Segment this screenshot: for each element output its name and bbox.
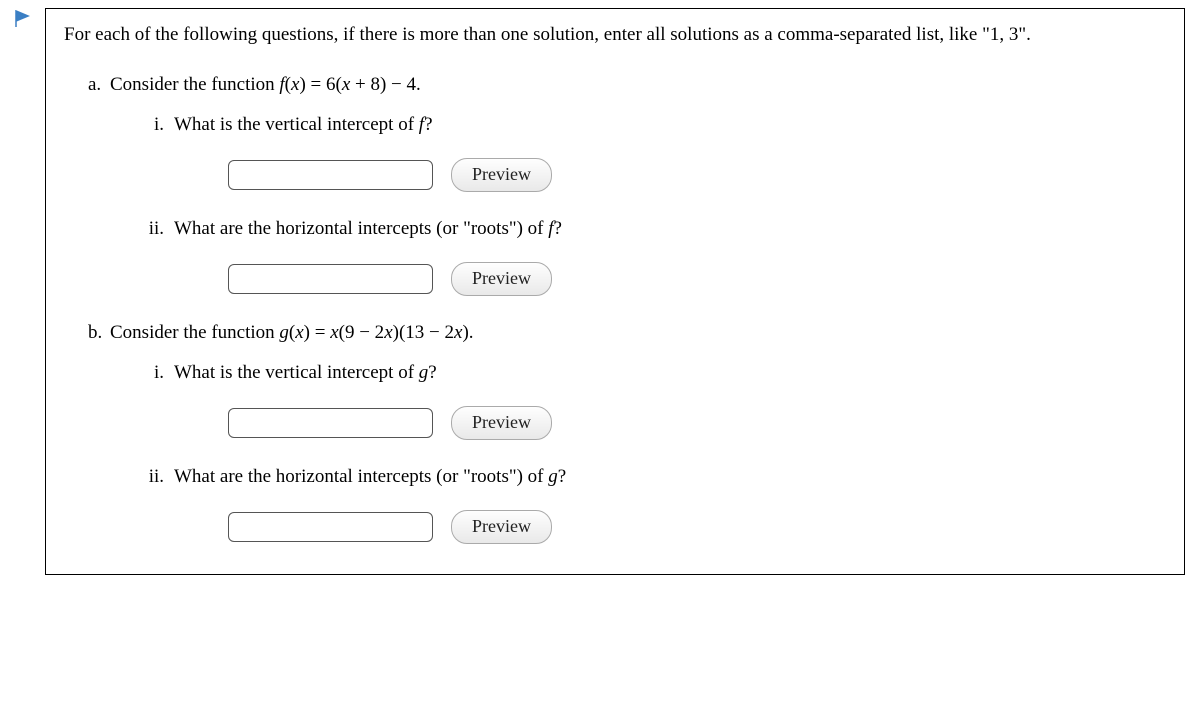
part-b-sub-ii: ii. What are the horizontal intercepts (… xyxy=(138,466,1166,544)
sub-label-bii: ii. xyxy=(138,466,164,488)
sub-text-aii: What are the horizontal intercepts (or "… xyxy=(174,218,562,240)
part-b-label: b. xyxy=(88,322,110,344)
answer-input-a-ii[interactable] xyxy=(228,264,433,294)
part-b: b. Consider the function g(x) = x(9 − 2x… xyxy=(88,322,1166,544)
part-a-label: a. xyxy=(88,74,110,96)
flag-icon[interactable] xyxy=(15,10,31,28)
sub-label-ai: i. xyxy=(138,114,164,136)
question-box: For each of the following questions, if … xyxy=(45,8,1185,575)
preview-button-b-i[interactable]: Preview xyxy=(451,406,552,440)
sub-text-ai: What is the vertical intercept of f? xyxy=(174,114,433,136)
part-a: a. Consider the function f(x) = 6(x + 8)… xyxy=(88,74,1166,296)
part-a-prompt: Consider the function f(x) = 6(x + 8) − … xyxy=(110,74,421,96)
preview-button-b-ii[interactable]: Preview xyxy=(451,510,552,544)
preview-button-a-ii[interactable]: Preview xyxy=(451,262,552,296)
sub-text-bii: What are the horizontal intercepts (or "… xyxy=(174,466,566,488)
part-b-sub-i: i. What is the vertical intercept of g? … xyxy=(138,362,1166,440)
answer-input-b-ii[interactable] xyxy=(228,512,433,542)
sub-label-aii: ii. xyxy=(138,218,164,240)
intro-text: For each of the following questions, if … xyxy=(64,21,1166,50)
part-a-sub-ii: ii. What are the horizontal intercepts (… xyxy=(138,218,1166,296)
part-b-prompt: Consider the function g(x) = x(9 − 2x)(1… xyxy=(110,322,474,344)
answer-input-a-i[interactable] xyxy=(228,160,433,190)
part-a-sub-i: i. What is the vertical intercept of f? … xyxy=(138,114,1166,192)
sub-text-bi: What is the vertical intercept of g? xyxy=(174,362,437,384)
sub-label-bi: i. xyxy=(138,362,164,384)
answer-input-b-i[interactable] xyxy=(228,408,433,438)
preview-button-a-i[interactable]: Preview xyxy=(451,158,552,192)
